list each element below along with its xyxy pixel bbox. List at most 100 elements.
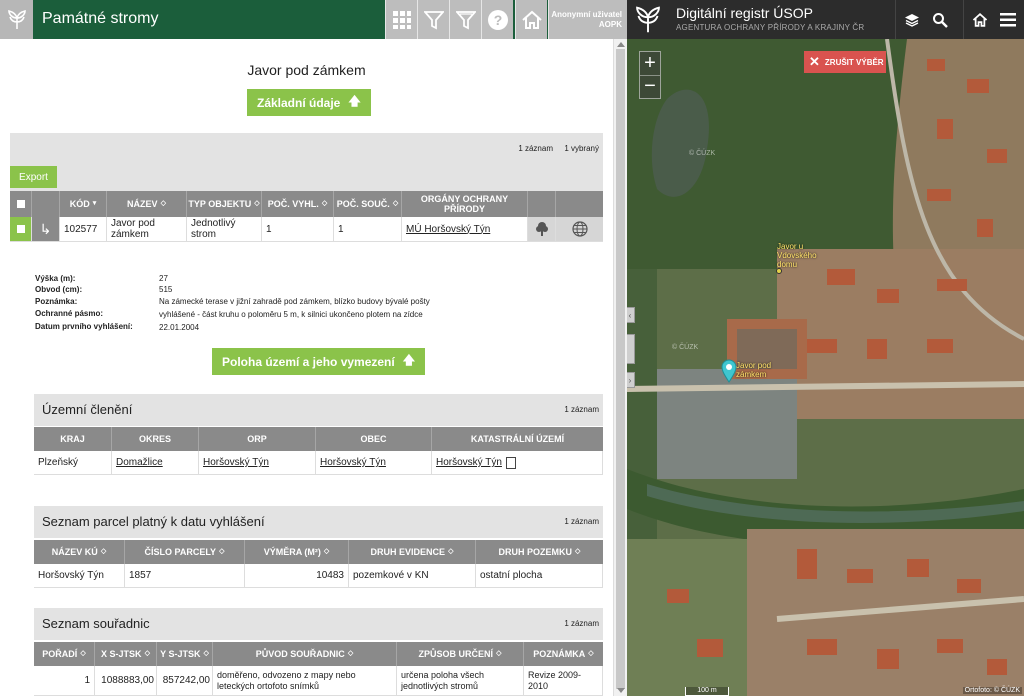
cell-parcel-number: 1857 [125, 564, 245, 588]
detail-panel: Javor pod zámkem Základní údaje 🡅 1 zázn… [0, 39, 613, 696]
parcels-section-header[interactable]: Seznam parcel platný k datu vyhlášení 1 … [34, 506, 603, 538]
col-header-code[interactable]: KÓD ▾ [60, 191, 107, 217]
collapse-panel-left-icon[interactable]: ‹ [627, 307, 635, 323]
expand-panel-right-icon[interactable]: › [627, 372, 635, 388]
cell-region: Plzeňský [34, 451, 112, 475]
col-header-authority[interactable]: ORGÁNY OCHRANY PŘÍRODY [402, 191, 528, 217]
globe-icon[interactable] [556, 217, 603, 242]
col-header-district[interactable]: OKRES [112, 427, 199, 451]
col-header-order[interactable]: POŘADÍ ◇ [34, 642, 95, 666]
cell-method: určena poloha všech jednotlivých stromů [397, 666, 524, 696]
select-all-checkbox[interactable] [10, 191, 32, 217]
zoom-in-button[interactable]: + [640, 52, 660, 76]
scroll-up-icon[interactable] [617, 42, 625, 47]
tree-point-marker[interactable] [776, 268, 782, 274]
col-header-orp[interactable]: ORP [199, 427, 316, 451]
arrow-up-icon: 🡅 [348, 94, 361, 108]
scroll-down-icon[interactable] [617, 688, 625, 693]
left-scrollbar[interactable] [613, 39, 627, 696]
cancel-selection-button[interactable]: ✕ ZRUŠIT VÝBĚR [804, 51, 886, 73]
results-panel: 1 záznam 1 vybraný Export KÓD ▾ NÁZEV ◇ TY… [10, 133, 603, 242]
col-header-ku-name[interactable]: NÁZEV KÚ ◇ [34, 540, 125, 564]
search-icon [932, 12, 948, 28]
scroll-thumb[interactable] [616, 49, 625, 689]
help-button[interactable]: ? [481, 0, 513, 39]
col-header-municipality[interactable]: OBEC [316, 427, 432, 451]
row-checkbox[interactable] [10, 217, 32, 242]
row-object-type: Jednotlivý strom [187, 217, 262, 242]
cell-order: 1 [34, 666, 95, 696]
map-watermark: © ČÚZK [689, 150, 716, 157]
col-header-note[interactable]: POZNÁMKA ◇ [524, 642, 603, 666]
attr-value-girth: 515 [159, 285, 173, 294]
col-header-parcel-number[interactable]: ČÍSLO PARCELY ◇ [125, 540, 245, 564]
attr-label-protection-zone: Ochranné pásmo: [35, 309, 104, 318]
cancel-selection-label: ZRUŠIT VÝBĚR [824, 57, 884, 67]
home-button[interactable] [515, 0, 547, 39]
zoom-out-button[interactable]: − [640, 76, 660, 99]
location-button[interactable]: Poloha území a jeho vymezení 🡅 [212, 348, 426, 375]
attr-value-protection-zone: vyhlášené - část kruhu o poloměru 5 m, k… [159, 310, 423, 319]
search-button[interactable] [923, 0, 956, 39]
attr-value-height: 27 [159, 274, 168, 283]
parcels-title: Seznam parcel platný k datu vyhlášení [42, 514, 265, 529]
parcels-count: 1 záznam [564, 517, 599, 526]
export-button[interactable]: Export [10, 166, 57, 188]
cell-coord-origin: doměřeno, odvozeno z mapy nebo leteckých… [213, 666, 397, 696]
col-header-method[interactable]: ZPŮSOB URČENÍ ◇ [397, 642, 524, 666]
user-info[interactable]: Anonymní uživatel AOPK [548, 0, 627, 39]
territorial-section-header[interactable]: Územní členění 1 záznam [34, 394, 603, 426]
col-header-object-type[interactable]: TYP OBJEKTU ◇ [187, 191, 262, 217]
coords-section-header[interactable]: Seznam souřadnic 1 záznam [34, 608, 603, 640]
registry-title: Digitální registr ÚSOP [676, 5, 813, 21]
cell-note: Revize 2009-2010 [524, 666, 603, 696]
col-header-region[interactable]: KRAJ [34, 427, 112, 451]
attr-value-declaration-date: 22.01.2004 [159, 323, 200, 332]
document-icon[interactable] [505, 456, 516, 469]
map-credit: Ortofoto: © ČÚZK [962, 687, 1022, 694]
row-detail-arrow-icon[interactable]: ↳ [32, 217, 60, 242]
hamburger-menu-icon [999, 12, 1016, 26]
home-icon [521, 10, 542, 29]
col-header-part-count[interactable]: POČ. SOUČ. ◇ [334, 191, 402, 217]
aopk-logo-icon[interactable] [633, 5, 663, 38]
selected-count: 1 vybraný [564, 144, 599, 153]
col-header-declared-count[interactable]: POČ. VYHL. ◇ [262, 191, 334, 217]
aopk-logo-icon[interactable] [0, 0, 33, 39]
col-header-land-type[interactable]: DRUH POZEMKU ◇ [476, 540, 603, 564]
col-header-x[interactable]: X S-JTSK ◇ [95, 642, 157, 666]
cell-cadastral-link[interactable]: Horšovský Týn [432, 451, 603, 475]
attr-value-note: Na zámecké terase v jižní zahradě pod zá… [159, 297, 430, 306]
map-header: Digitální registr ÚSOP AGENTURA OCHRANY … [627, 0, 1024, 39]
map-watermark: © ČÚZK [672, 344, 699, 351]
cell-evidence-type: pozemkové v KN [349, 564, 476, 588]
col-header-area[interactable]: VÝMĚRA (M²) ◇ [245, 540, 349, 564]
panel-resize-handle[interactable] [627, 334, 635, 364]
coords-title: Seznam souřadnic [42, 616, 150, 631]
map-view[interactable]: + − ✕ ZRUŠIT VÝBĚR © ČÚZK © ČÚZK Javor u… [627, 39, 1024, 696]
cell-orp-link[interactable]: Horšovský Týn [199, 451, 316, 475]
col-header-evidence-type[interactable]: DRUH EVIDENCE ◇ [349, 540, 476, 564]
cell-district-link[interactable]: Domažlice [112, 451, 199, 475]
filter-clear-button[interactable] [449, 0, 481, 39]
basic-info-button[interactable]: Základní údaje 🡅 [247, 89, 371, 116]
row-name: Javor pod zámkem [107, 217, 187, 242]
territorial-title: Územní členění [42, 402, 133, 417]
help-icon: ? [487, 9, 508, 30]
app-header: Památné stromy ? Anonymní uživatel AOPK [0, 0, 627, 39]
tree-icon[interactable] [528, 217, 556, 242]
col-header-coord-origin[interactable]: PŮVOD SOUŘADNIC ◇ [213, 642, 397, 666]
map-scale-bar: 100 m [685, 687, 729, 696]
attr-label-note: Poznámka: [35, 297, 78, 306]
col-header-cadastral[interactable]: KATASTRÁLNÍ ÚZEMÍ [432, 427, 603, 451]
col-header-y[interactable]: Y S-JTSK ◇ [157, 642, 213, 666]
cell-municipality-link[interactable]: Horšovský Týn [316, 451, 432, 475]
filter-button[interactable] [417, 0, 449, 39]
row-authority-link[interactable]: MÚ Horšovský Týn [402, 217, 528, 242]
grid-button[interactable] [385, 0, 417, 39]
zoom-control: + − [639, 51, 661, 99]
selected-location-marker-icon[interactable] [721, 359, 737, 386]
menu-button[interactable] [991, 0, 1024, 39]
col-header-name[interactable]: NÁZEV ◇ [107, 191, 187, 217]
row-code: 102577 [60, 217, 107, 242]
